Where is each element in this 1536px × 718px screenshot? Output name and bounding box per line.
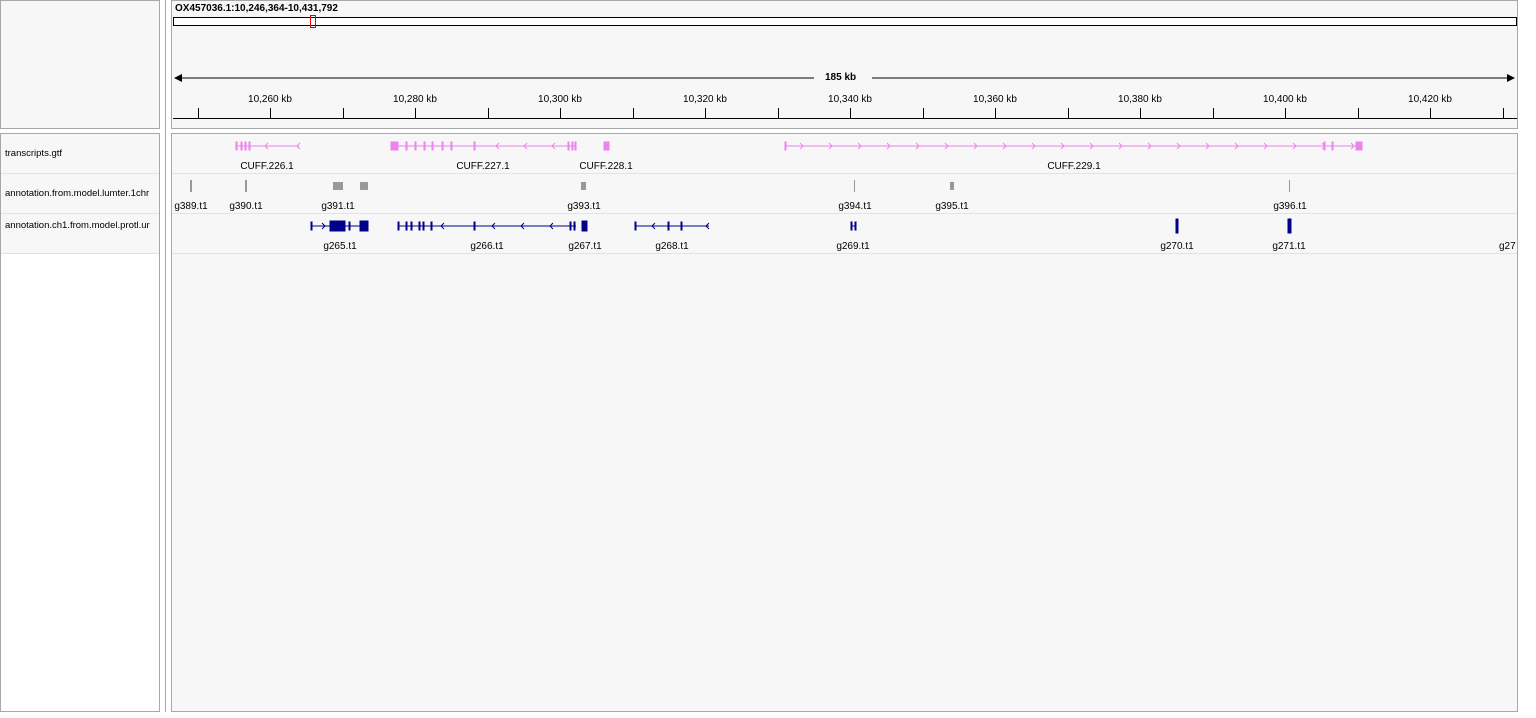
ruler-major-tick <box>705 108 706 118</box>
ruler-tick-label: 10,280 kb <box>393 94 437 105</box>
ruler-tick-label: 10,360 kb <box>973 94 1017 105</box>
ruler-minor-tick <box>1213 108 1214 118</box>
feature-label-g395[interactable]: g395.t1 <box>935 202 968 212</box>
feature-label-cuff-228[interactable]: CUFF.228.1 <box>579 162 632 172</box>
feature-label-g268[interactable]: g268.t1 <box>655 242 688 252</box>
feature-label-g396[interactable]: g396.t1 <box>1273 202 1306 212</box>
feature-label-g393[interactable]: g393.t1 <box>567 202 600 212</box>
ruler-tick-label: 10,340 kb <box>828 94 872 105</box>
ruler-panel: OX457036.1:10,246,364-10,431,792 185 kb … <box>171 0 1518 129</box>
ruler-minor-tick <box>923 108 924 118</box>
ruler-major-tick <box>850 108 851 118</box>
ruler-major-tick <box>560 108 561 118</box>
viewport-marker[interactable] <box>310 15 316 28</box>
track-name-transcripts[interactable]: transcripts.gtf <box>5 149 159 159</box>
ruler-major-tick <box>415 108 416 118</box>
ruler-major-tick <box>270 108 271 118</box>
chromosome-ideogram[interactable] <box>173 17 1517 26</box>
feature-label-cuff-227[interactable]: CUFF.227.1 <box>456 162 509 172</box>
feature-label-g390[interactable]: g390.t1 <box>229 202 262 212</box>
feature-label-g389[interactable]: g389.t1 <box>174 202 207 212</box>
ruler-minor-tick <box>633 108 634 118</box>
feature-label-g270[interactable]: g270.t1 <box>1160 242 1193 252</box>
feature-label-g271[interactable]: g271.t1 <box>1272 242 1305 252</box>
feature-label-g265[interactable]: g265.t1 <box>323 242 356 252</box>
ruler-tick-label: 10,420 kb <box>1408 94 1452 105</box>
ruler-minor-tick <box>343 108 344 118</box>
ruler-minor-tick <box>198 108 199 118</box>
feature-label-g27-truncated[interactable]: g27 <box>1499 242 1516 252</box>
ruler-minor-tick <box>1358 108 1359 118</box>
ruler-minor-tick <box>778 108 779 118</box>
feature-label-g269[interactable]: g269.t1 <box>836 242 869 252</box>
panel-divider[interactable] <box>165 0 166 712</box>
ruler-tick-label: 10,380 kb <box>1118 94 1162 105</box>
feature-label-g394[interactable]: g394.t1 <box>838 202 871 212</box>
locus-label: OX457036.1:10,246,364-10,431,792 <box>175 3 338 14</box>
ruler-minor-tick <box>1503 108 1504 118</box>
ruler-minor-tick <box>488 108 489 118</box>
feature-label-cuff-226[interactable]: CUFF.226.1 <box>240 162 293 172</box>
data-panel: CUFF.226.1 CUFF.227.1 CUFF.228.1 CUFF.22… <box>171 133 1518 712</box>
ruler-minor-tick <box>1068 108 1069 118</box>
ruler-major-tick <box>1140 108 1141 118</box>
feature-label-g266[interactable]: g266.t1 <box>470 242 503 252</box>
track-names-panel: transcripts.gtf annotation.from.model.lu… <box>0 133 160 712</box>
ruler-tick-label: 10,320 kb <box>683 94 727 105</box>
ruler-tick-label: 10,400 kb <box>1263 94 1307 105</box>
transcripts-track[interactable] <box>172 134 1517 174</box>
ruler-major-tick <box>995 108 996 118</box>
track-name-lumter[interactable]: annotation.from.model.lumter.1chr <box>5 189 159 199</box>
ruler-tick-label: 10,260 kb <box>248 94 292 105</box>
span-label: 185 kb <box>825 72 857 83</box>
ruler-major-tick <box>1430 108 1431 118</box>
ruler-tick-label: 10,300 kb <box>538 94 582 105</box>
header-name-panel <box>0 0 160 129</box>
feature-label-g391[interactable]: g391.t1 <box>321 202 354 212</box>
ruler-baseline <box>173 118 1517 119</box>
feature-label-cuff-229[interactable]: CUFF.229.1 <box>1047 162 1100 172</box>
track-name-prot[interactable]: annotation.ch1.from.model.protl.ur <box>5 221 159 231</box>
feature-label-g267[interactable]: g267.t1 <box>568 242 601 252</box>
ruler-major-tick <box>1285 108 1286 118</box>
